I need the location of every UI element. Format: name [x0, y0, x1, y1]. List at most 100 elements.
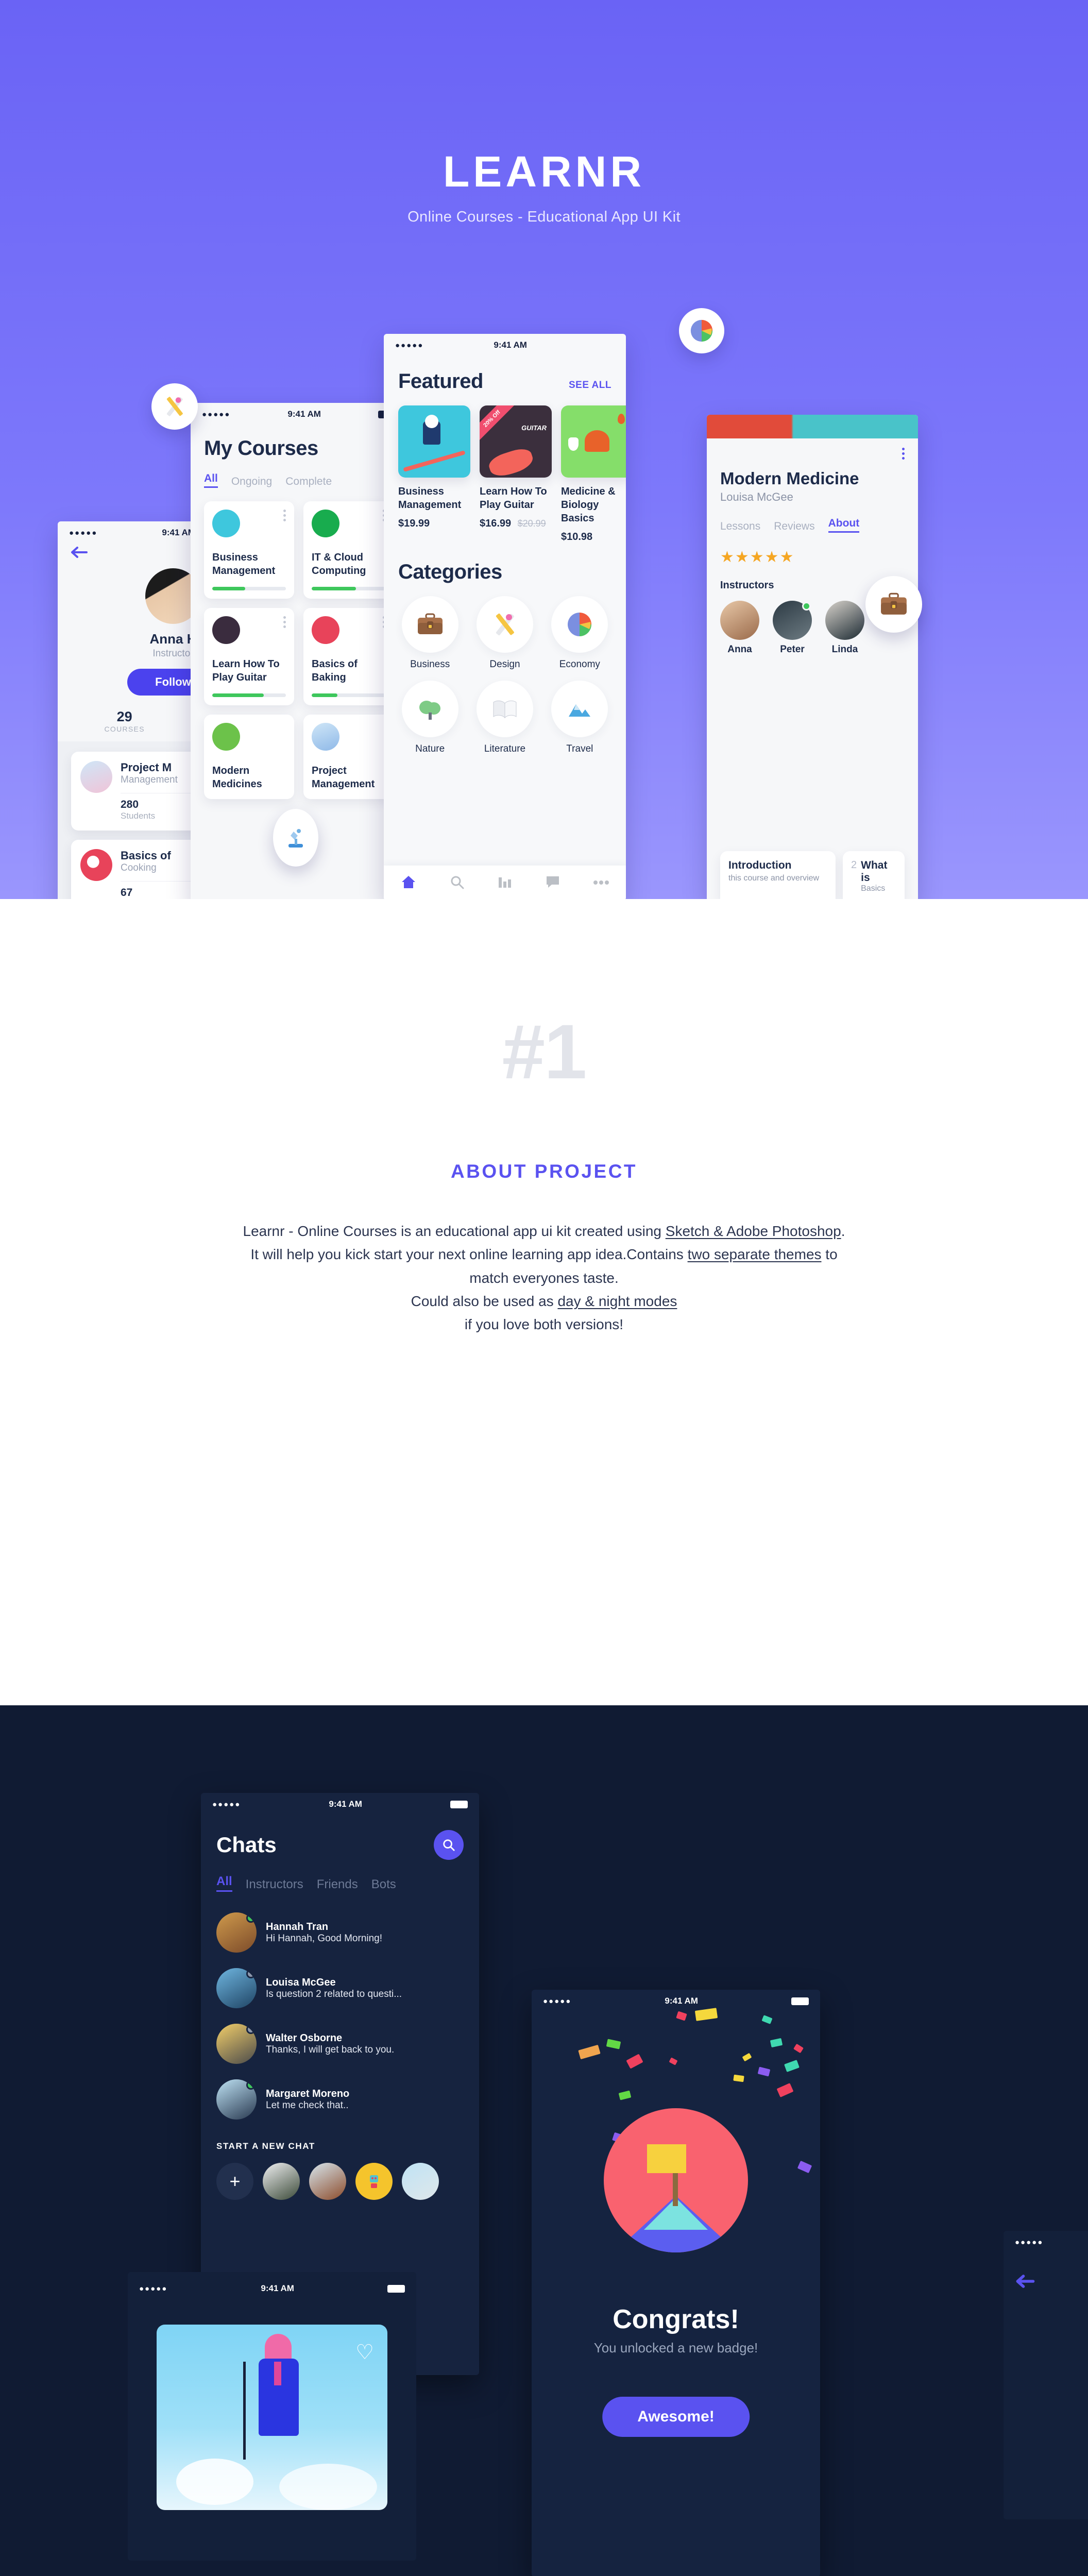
search-button[interactable]: [434, 1830, 464, 1860]
awesome-button[interactable]: Awesome!: [602, 2397, 750, 2437]
lesson-number-badge[interactable]: 5: [977, 743, 994, 760]
phone-congrats: ●●●●● 9:41 AM Congrats! You unlocked a n…: [532, 1990, 820, 2576]
category-travel[interactable]: Travel: [548, 681, 611, 755]
online-indicator: [246, 2080, 256, 2090]
course-title: Modern Medicine: [720, 469, 859, 488]
course-detail-tabs: Lessons Reviews About: [720, 517, 905, 533]
robot-icon: [370, 2175, 378, 2188]
lesson-card[interactable]: Introduction this course and overview: [720, 851, 836, 899]
tab-all[interactable]: All: [216, 1874, 232, 1892]
mountain-icon: [312, 723, 339, 751]
tab-bots[interactable]: Bots: [371, 1877, 396, 1892]
signal-dots: ●●●●●: [202, 410, 231, 419]
lesson-number-badge[interactable]: 6: [977, 779, 994, 796]
new-chat-label: START A NEW CHAT: [216, 2141, 315, 2151]
lesson-number-badge[interactable]: 2: [977, 635, 994, 652]
chat-list-item[interactable]: Louisa McGee Is question 2 related to qu…: [216, 1968, 464, 2008]
tab-reviews[interactable]: Reviews: [774, 520, 814, 533]
page-subtitle: Online Courses - Educational App UI Kit: [407, 209, 681, 225]
featured-card[interactable]: Medicine & Biology Basics $10.98: [561, 405, 626, 543]
add-chat-button[interactable]: +: [216, 2163, 253, 2200]
pie-chart-icon: [568, 613, 592, 636]
avatar-suggestion[interactable]: [355, 2163, 393, 2200]
lesson-number-badge[interactable]: 4: [977, 707, 994, 724]
tab-about[interactable]: About: [828, 517, 860, 533]
laptop-cloud-icon: [312, 510, 339, 537]
business-course-art: [398, 405, 470, 478]
home-icon[interactable]: [401, 875, 416, 892]
course-filter-tabs: All Ongoing Complete: [204, 472, 394, 488]
tab-complete[interactable]: Complete: [285, 476, 332, 488]
chat-list-item[interactable]: Margaret Moreno Let me check that..: [216, 2079, 464, 2120]
phone-lessons-list: ●●●●● 9:41 AM 1 2 3 4 5 6: [916, 524, 1055, 899]
mountain-icon: [569, 704, 591, 717]
online-indicator: [802, 602, 811, 611]
about-section: #1 ABOUT PROJECT Learnr - Online Courses…: [0, 899, 1088, 2389]
businessman-chart-icon: [212, 510, 240, 537]
avatar: [720, 601, 759, 640]
arrow-left-icon[interactable]: [71, 546, 89, 558]
tab-lessons[interactable]: Lessons: [720, 520, 760, 533]
arrow-left-icon[interactable]: [1016, 2274, 1035, 2289]
tab-ongoing[interactable]: Ongoing: [231, 476, 272, 488]
progress-bar: [312, 587, 385, 590]
course-card[interactable]: Basics of Baking: [303, 608, 394, 705]
lesson-number-badge[interactable]: 3: [977, 671, 994, 688]
chat-list-item[interactable]: Hannah Tran Hi Hannah, Good Morning!: [216, 1912, 464, 1953]
avatar-suggestion[interactable]: [309, 2163, 346, 2200]
featured-card[interactable]: Business Management $19.99: [398, 405, 470, 543]
mountain-icon: [80, 761, 112, 793]
category-literature[interactable]: Literature: [473, 681, 536, 755]
category-business[interactable]: Business: [398, 596, 462, 670]
avatar-suggestion[interactable]: [263, 2163, 300, 2200]
instructor-item[interactable]: Anna: [720, 601, 759, 655]
chat-icon[interactable]: [546, 875, 560, 891]
status-bar: ●●●●● 9:41 AM: [201, 1793, 479, 1816]
category-design[interactable]: Design: [473, 596, 536, 670]
search-icon[interactable]: [450, 875, 464, 892]
badge-science-circle: [273, 809, 318, 867]
about-link-modes[interactable]: day & night modes: [557, 1293, 677, 1309]
about-link-themes[interactable]: two separate themes: [688, 1246, 822, 1262]
course-card[interactable]: IT & Cloud Computing: [303, 501, 394, 599]
avatar-suggestion[interactable]: [402, 2163, 439, 2200]
tab-friends[interactable]: Friends: [317, 1877, 358, 1892]
course-card[interactable]: Learn How To Play Guitar: [204, 608, 294, 705]
kebab-menu-icon[interactable]: [283, 616, 286, 644]
about-heading: ABOUT PROJECT: [450, 1161, 638, 1182]
more-icon[interactable]: [593, 878, 609, 888]
category-nature[interactable]: Nature: [398, 681, 462, 755]
avatar: [216, 2079, 257, 2120]
course-card[interactable]: Project Management: [303, 715, 394, 799]
course-card[interactable]: Modern Medicines: [204, 715, 294, 799]
chat-list-item[interactable]: Walter Osborne Thanks, I will get back t…: [216, 2024, 464, 2064]
tab-all[interactable]: All: [204, 472, 218, 488]
course-hero-image: [707, 415, 918, 438]
see-all-link[interactable]: SEE ALL: [569, 380, 611, 391]
heart-icon[interactable]: ♡: [355, 2342, 374, 2363]
instructor-item[interactable]: Peter: [773, 601, 812, 655]
tab-instructors[interactable]: Instructors: [246, 1877, 303, 1892]
signal-dots: ●●●●●: [395, 341, 424, 350]
chart-icon[interactable]: [498, 875, 512, 891]
course-hero-card[interactable]: ♡: [157, 2325, 387, 2510]
signal-dots: ●●●●●: [139, 2284, 168, 2293]
status-time: 9:41 AM: [977, 532, 1005, 540]
rating-stars: ★★★★★: [720, 549, 795, 566]
category-economy[interactable]: Economy: [548, 596, 611, 670]
phone-featured: ●●●●● 9:41 AM Featured SEE ALL Business …: [384, 334, 626, 899]
about-text-5: if you love both versions!: [464, 1316, 624, 1333]
medicine-course-art: [561, 405, 626, 478]
battery-icon: [1026, 532, 1046, 540]
screen-title: My Courses: [204, 437, 318, 460]
congrats-subtitle: You unlocked a new badge!: [593, 2340, 758, 2355]
lesson-card-next[interactable]: 2 What is Basics: [843, 851, 905, 899]
kebab-menu-icon[interactable]: [283, 510, 286, 537]
about-link-sketch[interactable]: Sketch & Adobe Photoshop: [666, 1223, 841, 1239]
dark-section: ●●●●● 9:41 AM Chats All Instructors Frie…: [0, 1705, 1088, 2576]
course-card[interactable]: Business Management: [204, 501, 294, 599]
featured-card[interactable]: 20% Off GUITAR Learn How To Play Guitar …: [480, 405, 552, 543]
status-bar: ●●●●●: [1004, 2231, 1088, 2253]
kebab-menu-icon[interactable]: [902, 448, 905, 462]
instructor-item[interactable]: Linda: [825, 601, 864, 655]
